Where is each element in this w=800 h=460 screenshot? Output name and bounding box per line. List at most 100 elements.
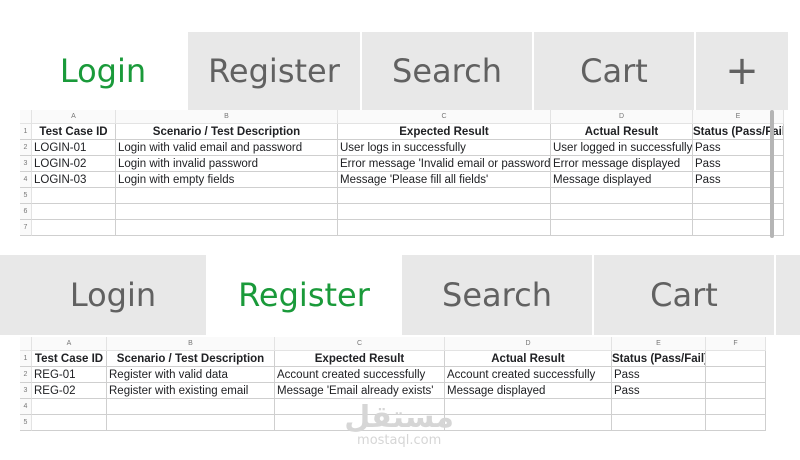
col-letter[interactable]: F bbox=[706, 337, 766, 351]
cell[interactable] bbox=[338, 188, 551, 204]
login-sheet-scrollbar[interactable] bbox=[770, 110, 774, 238]
col-letter[interactable]: B bbox=[116, 110, 338, 124]
row-number[interactable]: 2 bbox=[20, 367, 32, 383]
bottom-tab-login[interactable]: Login bbox=[20, 255, 208, 335]
cell[interactable] bbox=[32, 399, 107, 415]
cell[interactable]: Message 'Please fill all fields' bbox=[338, 172, 551, 188]
row-number[interactable]: 5 bbox=[20, 415, 32, 431]
cell[interactable] bbox=[116, 220, 338, 236]
column-header-row: A B C D E bbox=[20, 110, 784, 124]
col-letter[interactable]: A bbox=[32, 337, 107, 351]
corner-cell bbox=[20, 337, 32, 351]
header-cell[interactable]: Actual Result bbox=[445, 351, 612, 367]
col-letter[interactable]: A bbox=[32, 110, 116, 124]
cell[interactable]: Register with existing email bbox=[107, 383, 275, 399]
cell[interactable] bbox=[32, 188, 116, 204]
cell[interactable] bbox=[706, 383, 766, 399]
row-number[interactable]: 6 bbox=[20, 204, 32, 220]
top-tab-register[interactable]: Register bbox=[188, 32, 362, 110]
header-cell[interactable]: Expected Result bbox=[275, 351, 445, 367]
cell[interactable]: User logs in successfully bbox=[338, 140, 551, 156]
cell[interactable] bbox=[445, 415, 612, 431]
cell[interactable]: Login with valid email and password bbox=[116, 140, 338, 156]
cell[interactable]: Message displayed bbox=[551, 172, 693, 188]
watermark-latin: mostaql.com bbox=[357, 433, 442, 448]
table-row: 3 REG-02 Register with existing email Me… bbox=[20, 383, 766, 399]
row-number[interactable]: 3 bbox=[20, 383, 32, 399]
cell[interactable]: Account created successfully bbox=[445, 367, 612, 383]
top-tab-bar: Login Register Search Cart + bbox=[0, 32, 800, 110]
cell[interactable]: LOGIN-01 bbox=[32, 140, 116, 156]
header-cell[interactable]: Test Case ID bbox=[32, 351, 107, 367]
top-tab-search[interactable]: Search bbox=[362, 32, 534, 110]
row-number[interactable]: 2 bbox=[20, 140, 32, 156]
row-number[interactable]: 3 bbox=[20, 156, 32, 172]
cell[interactable] bbox=[706, 399, 766, 415]
cell[interactable] bbox=[551, 204, 693, 220]
cell[interactable] bbox=[612, 415, 706, 431]
cell[interactable]: Account created successfully bbox=[275, 367, 445, 383]
cell[interactable] bbox=[107, 399, 275, 415]
row-number[interactable]: 5 bbox=[20, 188, 32, 204]
top-tab-cart[interactable]: Cart bbox=[534, 32, 696, 110]
cell[interactable] bbox=[107, 415, 275, 431]
cell[interactable] bbox=[32, 204, 116, 220]
cell[interactable] bbox=[445, 399, 612, 415]
cell[interactable]: LOGIN-03 bbox=[32, 172, 116, 188]
watermark: مستقل mostaql.com bbox=[344, 403, 454, 449]
bottom-tab-search[interactable]: Search bbox=[402, 255, 594, 335]
cell[interactable]: Register with valid data bbox=[107, 367, 275, 383]
header-cell[interactable]: Expected Result bbox=[338, 124, 551, 140]
cell[interactable] bbox=[116, 204, 338, 220]
bottom-tab-cart[interactable]: Cart bbox=[594, 255, 776, 335]
cell[interactable] bbox=[551, 220, 693, 236]
cell[interactable] bbox=[116, 188, 338, 204]
column-header-row: A B C D E F bbox=[20, 337, 766, 351]
bottom-tab-spacer bbox=[0, 255, 20, 335]
cell[interactable] bbox=[551, 188, 693, 204]
cell[interactable]: Message 'Email already exists' bbox=[275, 383, 445, 399]
row-number[interactable]: 4 bbox=[20, 399, 32, 415]
header-cell[interactable]: Status (Pass/Fail) bbox=[612, 351, 706, 367]
col-letter[interactable]: E bbox=[612, 337, 706, 351]
cell[interactable]: User logged in successfully bbox=[551, 140, 693, 156]
col-letter[interactable]: C bbox=[275, 337, 445, 351]
col-letter[interactable]: D bbox=[551, 110, 693, 124]
col-letter[interactable]: B bbox=[107, 337, 275, 351]
header-cell[interactable] bbox=[706, 351, 766, 367]
row-number[interactable]: 7 bbox=[20, 220, 32, 236]
cell[interactable]: REG-02 bbox=[32, 383, 107, 399]
cell[interactable]: Error message 'Invalid email or password… bbox=[338, 156, 551, 172]
bottom-tab-bar: Login Register Search Cart bbox=[0, 255, 800, 335]
header-cell[interactable]: Scenario / Test Description bbox=[116, 124, 338, 140]
top-tab-login[interactable]: Login bbox=[20, 32, 188, 110]
cell[interactable] bbox=[32, 415, 107, 431]
add-tab-button[interactable]: + bbox=[696, 32, 790, 110]
header-cell[interactable]: Actual Result bbox=[551, 124, 693, 140]
cell[interactable]: Login with invalid password bbox=[116, 156, 338, 172]
cell[interactable] bbox=[706, 367, 766, 383]
row-number[interactable]: 1 bbox=[20, 351, 32, 367]
col-letter[interactable]: C bbox=[338, 110, 551, 124]
top-tab-spacer bbox=[0, 32, 20, 110]
cell[interactable]: REG-01 bbox=[32, 367, 107, 383]
cell[interactable] bbox=[612, 399, 706, 415]
header-cell[interactable]: Scenario / Test Description bbox=[107, 351, 275, 367]
table-row: 7 bbox=[20, 220, 784, 236]
cell[interactable]: Message displayed bbox=[445, 383, 612, 399]
row-number[interactable]: 1 bbox=[20, 124, 32, 140]
cell[interactable] bbox=[32, 220, 116, 236]
col-letter[interactable]: D bbox=[445, 337, 612, 351]
cell[interactable] bbox=[338, 220, 551, 236]
cell[interactable] bbox=[338, 204, 551, 220]
cell[interactable]: LOGIN-02 bbox=[32, 156, 116, 172]
cell[interactable]: Login with empty fields bbox=[116, 172, 338, 188]
table-header-row: 1 Test Case ID Scenario / Test Descripti… bbox=[20, 351, 766, 367]
bottom-tab-register[interactable]: Register bbox=[208, 255, 402, 335]
cell[interactable]: Pass bbox=[612, 367, 706, 383]
row-number[interactable]: 4 bbox=[20, 172, 32, 188]
header-cell[interactable]: Test Case ID bbox=[32, 124, 116, 140]
cell[interactable] bbox=[706, 415, 766, 431]
cell[interactable]: Pass bbox=[612, 383, 706, 399]
cell[interactable]: Error message displayed bbox=[551, 156, 693, 172]
